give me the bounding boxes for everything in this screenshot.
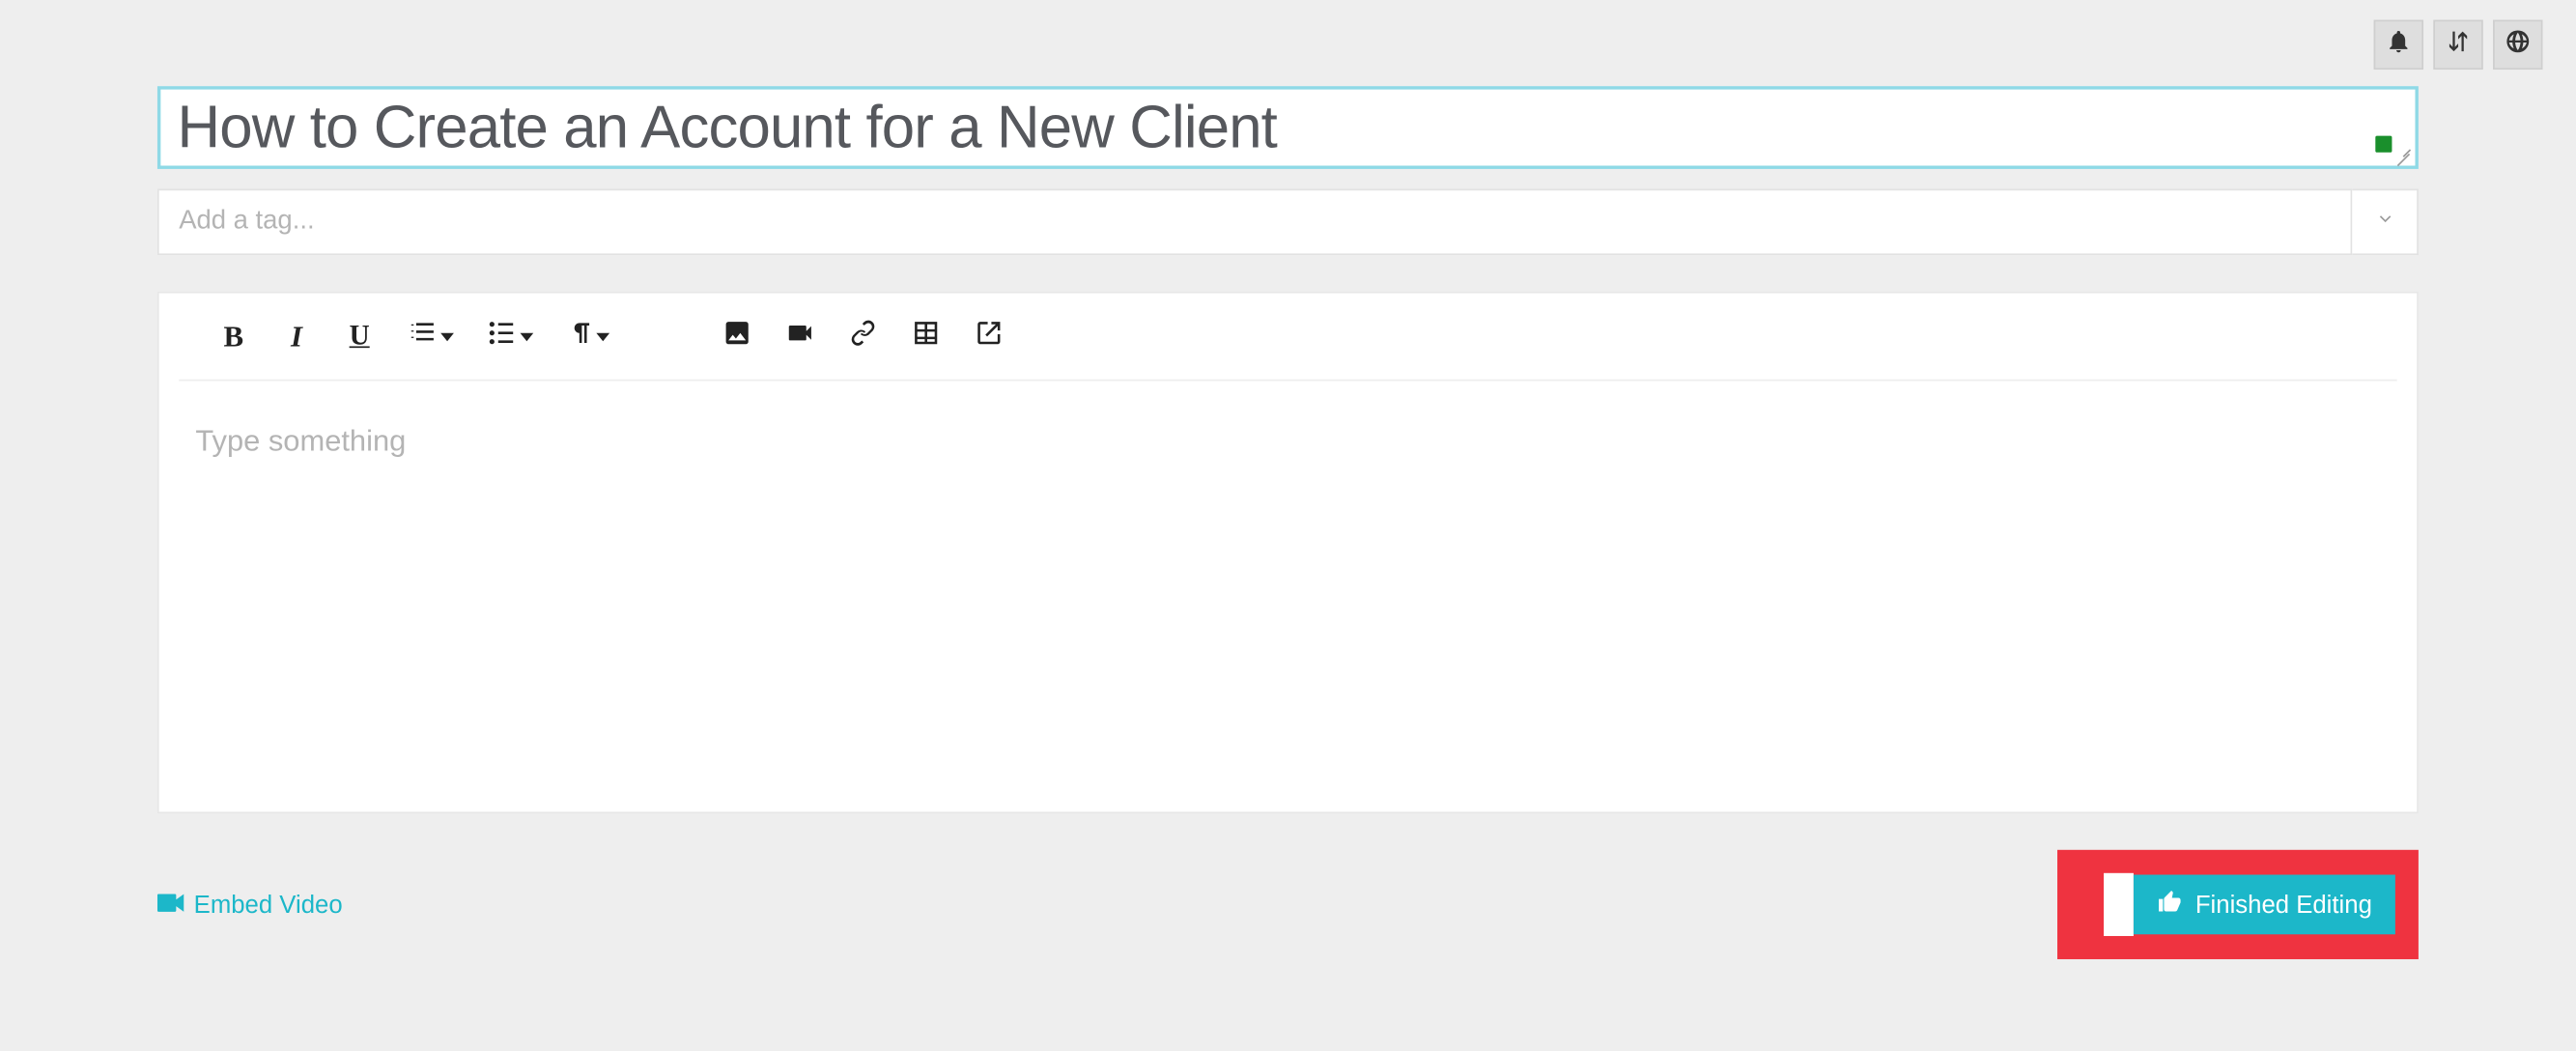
rich-text-editor: B I U (157, 292, 2419, 813)
globe-button[interactable] (2493, 20, 2542, 70)
embed-video-link[interactable]: Embed Video (157, 891, 343, 919)
finished-editing-button[interactable]: Finished Editing (2134, 875, 2395, 935)
tag-dropdown-toggle[interactable] (2352, 189, 2419, 256)
finished-editing-highlight: Finished Editing (2057, 850, 2418, 959)
resize-handle-icon[interactable] (2392, 144, 2412, 164)
insert-link-button[interactable] (835, 310, 891, 363)
external-link-icon (974, 317, 1004, 355)
caret-down-icon (521, 332, 534, 341)
top-icon-bar (0, 0, 2576, 70)
ordered-list-button[interactable] (394, 310, 467, 363)
thumbs-up-icon (2157, 889, 2182, 921)
notifications-button[interactable] (2374, 20, 2423, 70)
underline-button[interactable]: U (331, 310, 387, 363)
footer-row: Embed Video Finished Editing (157, 850, 2419, 959)
paragraph-icon (563, 317, 593, 355)
chevron-down-icon (2374, 207, 2394, 237)
open-external-button[interactable] (961, 310, 1017, 363)
caret-down-icon (596, 332, 609, 341)
title-input[interactable] (178, 93, 2399, 162)
tag-field-wrap (157, 189, 2419, 256)
italic-button[interactable]: I (269, 310, 325, 363)
ordered-list-icon (408, 317, 438, 355)
insert-table-button[interactable] (898, 310, 954, 363)
finished-editing-label: Finished Editing (2195, 891, 2372, 919)
tag-input[interactable] (157, 189, 2352, 256)
insert-video-button[interactable] (772, 310, 828, 363)
underline-icon: U (350, 320, 370, 353)
bell-icon (2386, 27, 2412, 62)
video-icon (157, 891, 184, 919)
image-icon (722, 317, 752, 355)
editor-toolbar: B I U (179, 294, 2396, 382)
insert-image-button[interactable] (709, 310, 765, 363)
spellcheck-indicator-icon (2375, 136, 2392, 153)
paragraph-format-button[interactable] (553, 310, 620, 363)
unordered-list-button[interactable] (473, 310, 546, 363)
link-icon (848, 317, 878, 355)
italic-icon: I (291, 319, 302, 354)
unordered-list-icon (487, 317, 517, 355)
embed-video-label: Embed Video (194, 891, 343, 919)
sort-icon (2445, 27, 2471, 62)
title-field-wrap (157, 86, 2419, 169)
table-icon (911, 317, 941, 355)
bold-icon: B (223, 319, 243, 354)
caret-down-icon (440, 332, 454, 341)
globe-icon (2505, 27, 2531, 62)
sort-button[interactable] (2433, 20, 2482, 70)
highlight-spacer (2105, 873, 2135, 936)
bold-button[interactable]: B (206, 310, 262, 363)
video-icon (785, 317, 815, 355)
editor-content-area[interactable]: Type something (159, 381, 2418, 811)
